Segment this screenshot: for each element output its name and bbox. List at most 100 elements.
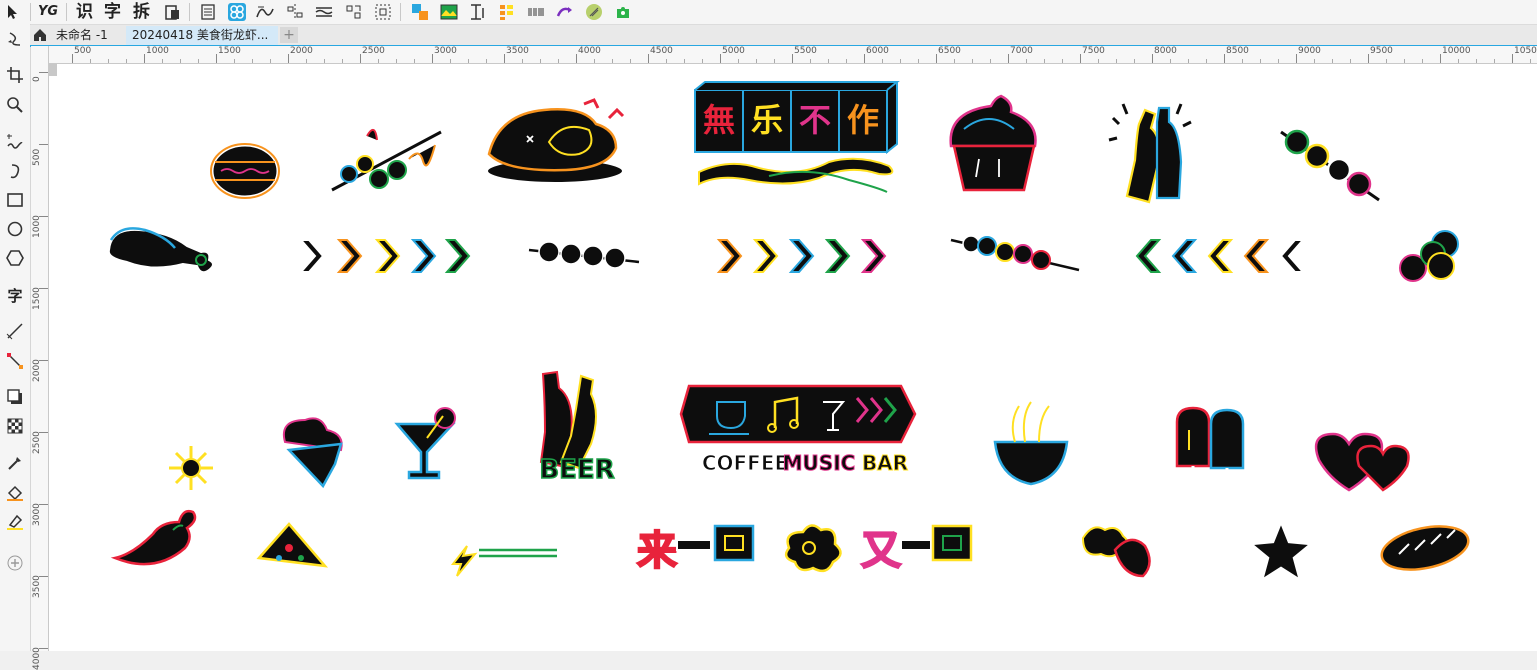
ruler-minor-tick	[810, 59, 811, 63]
ruler-tick-label: 500	[32, 148, 42, 166]
skewer-icon	[330, 129, 443, 193]
zoom-tool-icon[interactable]	[4, 94, 26, 116]
text-align-icon[interactable]	[467, 1, 489, 23]
connector-tool-icon[interactable]	[4, 350, 26, 372]
text-tool-icon[interactable]: 字	[4, 284, 26, 306]
ruler-tick-label: 3500	[32, 575, 42, 598]
interactive-fill-icon[interactable]	[4, 482, 26, 504]
pattern-icon[interactable]	[226, 1, 248, 23]
ruler-tick-label: 9500	[1370, 46, 1393, 56]
font-button[interactable]: 字	[104, 0, 121, 24]
ruler-tick-label: 1000	[146, 46, 169, 56]
ruler-minor-tick	[1044, 59, 1045, 63]
ruler-minor-tick	[1494, 59, 1495, 63]
ruler-tick	[504, 54, 505, 63]
crop-tool-icon[interactable]	[4, 64, 26, 86]
parallel-dimension-icon[interactable]	[4, 320, 26, 342]
eyedropper-icon[interactable]	[4, 452, 26, 474]
ruler-minor-tick	[396, 59, 397, 63]
image-frame-icon[interactable]	[438, 1, 460, 23]
ruler-minor-tick	[1116, 59, 1117, 63]
recognize-button[interactable]: 识	[76, 0, 93, 24]
ruler-minor-tick	[756, 59, 757, 63]
ruler-minor-tick	[1404, 59, 1405, 63]
ruler-minor-tick	[1476, 59, 1477, 63]
rectangle-tool-icon[interactable]	[4, 189, 26, 211]
berries-icon	[1399, 230, 1459, 282]
color-swap-icon[interactable]	[409, 1, 431, 23]
transform-icon[interactable]	[554, 1, 576, 23]
ruler-tick	[39, 72, 48, 73]
ruler-tick-label: 5000	[722, 46, 745, 56]
freehand-tool-icon[interactable]	[4, 130, 26, 152]
horizontal-ruler[interactable]: 500 1000 1500 2000 2500 3000 3500 4000 4500 5000 5…	[48, 46, 1537, 64]
ruler-tick	[792, 54, 793, 63]
freehand-pick-icon[interactable]	[4, 28, 26, 50]
smart-fill-icon[interactable]	[4, 511, 26, 533]
neon-sign-youyihui: 又	[860, 524, 973, 575]
beer-label: BEER	[539, 455, 614, 485]
ruler-minor-tick	[990, 59, 991, 63]
dango-icon	[1279, 129, 1381, 203]
document-icon[interactable]	[197, 1, 219, 23]
add-tab-button[interactable]: +	[280, 27, 298, 43]
ruler-tick-label: 4500	[650, 46, 673, 56]
sign3-left-char: 来	[637, 528, 677, 574]
distribute-icon[interactable]	[343, 1, 365, 23]
polygon-tool-icon[interactable]	[4, 247, 26, 269]
noodle-bowl-icon	[993, 380, 1090, 486]
table-icon[interactable]	[496, 1, 518, 23]
home-icon[interactable]	[30, 25, 50, 45]
neon-sign-coffee-music-bar: COFFEE MUSIC BAR	[679, 384, 917, 476]
transparency-icon[interactable]	[4, 415, 26, 437]
neon-sign-wulebuzuo: 無 乐 不 作	[694, 81, 900, 193]
barcode-icon[interactable]	[525, 1, 547, 23]
mixed-skewer-icon	[950, 235, 1080, 273]
wave-line-icon[interactable]	[313, 1, 335, 23]
ruler-tick	[576, 54, 577, 63]
tab-foodstreet[interactable]: 20240418 美食街龙虾...	[126, 26, 278, 45]
ruler-tick-label: 3000	[32, 503, 42, 526]
pen-nib-icon[interactable]	[583, 1, 605, 23]
chevron-row-left	[1135, 239, 1306, 273]
pizza-slice-icon	[256, 522, 329, 568]
ellipse-tool-icon[interactable]	[4, 218, 26, 240]
ruler-tick-label: 500	[74, 46, 92, 56]
sun-icon	[169, 446, 213, 490]
sign1-char-3: 不	[799, 101, 831, 139]
add-tool-icon[interactable]	[4, 552, 26, 574]
music-label: MUSIC	[783, 451, 856, 475]
bar-label: BAR	[862, 451, 908, 475]
curve-tool-icon[interactable]	[254, 1, 276, 23]
ruler-tick-label: 2500	[362, 46, 385, 56]
vertical-ruler[interactable]: 0 500 1000 1500 2000 2500 3000 3500 4000	[31, 46, 49, 670]
ruler-minor-tick	[1170, 59, 1171, 63]
paste-icon[interactable]	[161, 1, 183, 23]
pick-tool-icon[interactable]	[2, 1, 24, 23]
plugin-puzzle-icon[interactable]	[612, 1, 634, 23]
ruler-minor-tick	[378, 59, 379, 63]
split-button[interactable]: 拆	[133, 0, 150, 24]
drop-shadow-icon[interactable]	[4, 386, 26, 408]
ruler-tick	[1152, 54, 1153, 63]
cocktail-icon	[394, 407, 456, 480]
artistic-media-icon[interactable]	[4, 160, 26, 182]
ruler-minor-tick	[1098, 59, 1099, 63]
sign1-char-1: 無	[703, 101, 735, 139]
ruler-minor-tick	[846, 59, 847, 63]
select-frame-icon[interactable]	[372, 1, 394, 23]
ruler-minor-tick	[702, 59, 703, 63]
ruler-minor-tick	[126, 59, 127, 63]
ruler-tick-label: 10000	[1442, 46, 1471, 56]
ruler-minor-tick	[1314, 59, 1315, 63]
drawing-canvas[interactable]: 無 乐 不 作 BEER COFFEE MUSIC BAR 来 又	[49, 64, 1537, 651]
align-icon[interactable]	[284, 1, 306, 23]
flower-icon	[784, 524, 842, 573]
yg-plugin-button[interactable]: YG	[38, 0, 58, 24]
ruler-tick	[864, 54, 865, 63]
lightning-line-icon	[385, 545, 557, 577]
sign1-char-4: 作	[847, 101, 879, 139]
ruler-minor-tick	[738, 59, 739, 63]
neon-artwork: 無 乐 不 作 BEER COFFEE MUSIC BAR 来 又	[107, 81, 1470, 583]
ruler-tick	[288, 54, 289, 63]
